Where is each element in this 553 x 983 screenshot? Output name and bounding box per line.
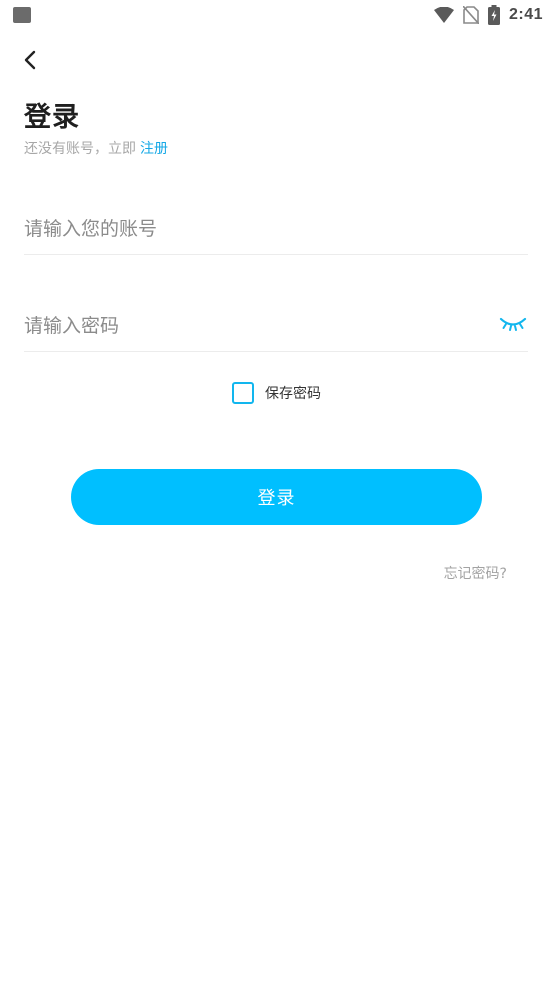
no-sim-icon xyxy=(462,6,479,24)
remember-checkbox[interactable] xyxy=(232,382,254,404)
battery-charging-icon xyxy=(487,5,500,25)
password-input[interactable] xyxy=(24,302,484,350)
password-field-row xyxy=(24,302,528,352)
login-screen: 2:41 登录 还没有账号，立即注册 保存密码 登录 忘记密码? xyxy=(0,0,553,983)
status-time: 2:41 xyxy=(508,6,543,23)
remember-label: 保存密码 xyxy=(265,386,321,402)
remember-password-toggle[interactable]: 保存密码 xyxy=(232,381,321,405)
account-field-row xyxy=(24,205,528,255)
page-title: 登录 xyxy=(24,102,80,133)
register-link[interactable]: 注册 xyxy=(140,141,168,157)
back-button[interactable] xyxy=(16,46,44,74)
register-hint: 还没有账号，立即 注册 xyxy=(24,138,168,158)
eye-closed-icon[interactable] xyxy=(498,312,528,334)
status-icons: 2:41 xyxy=(433,4,543,26)
account-input[interactable] xyxy=(24,205,484,253)
register-prompt: 还没有账号，立即 xyxy=(24,141,136,157)
wifi-icon xyxy=(433,7,454,23)
forgot-password-link[interactable]: 忘记密码? xyxy=(444,563,507,583)
chevron-left-icon xyxy=(24,50,36,70)
status-bar: 2:41 xyxy=(0,0,553,30)
login-button[interactable]: 登录 xyxy=(71,469,482,525)
notification-square-icon xyxy=(13,7,31,23)
